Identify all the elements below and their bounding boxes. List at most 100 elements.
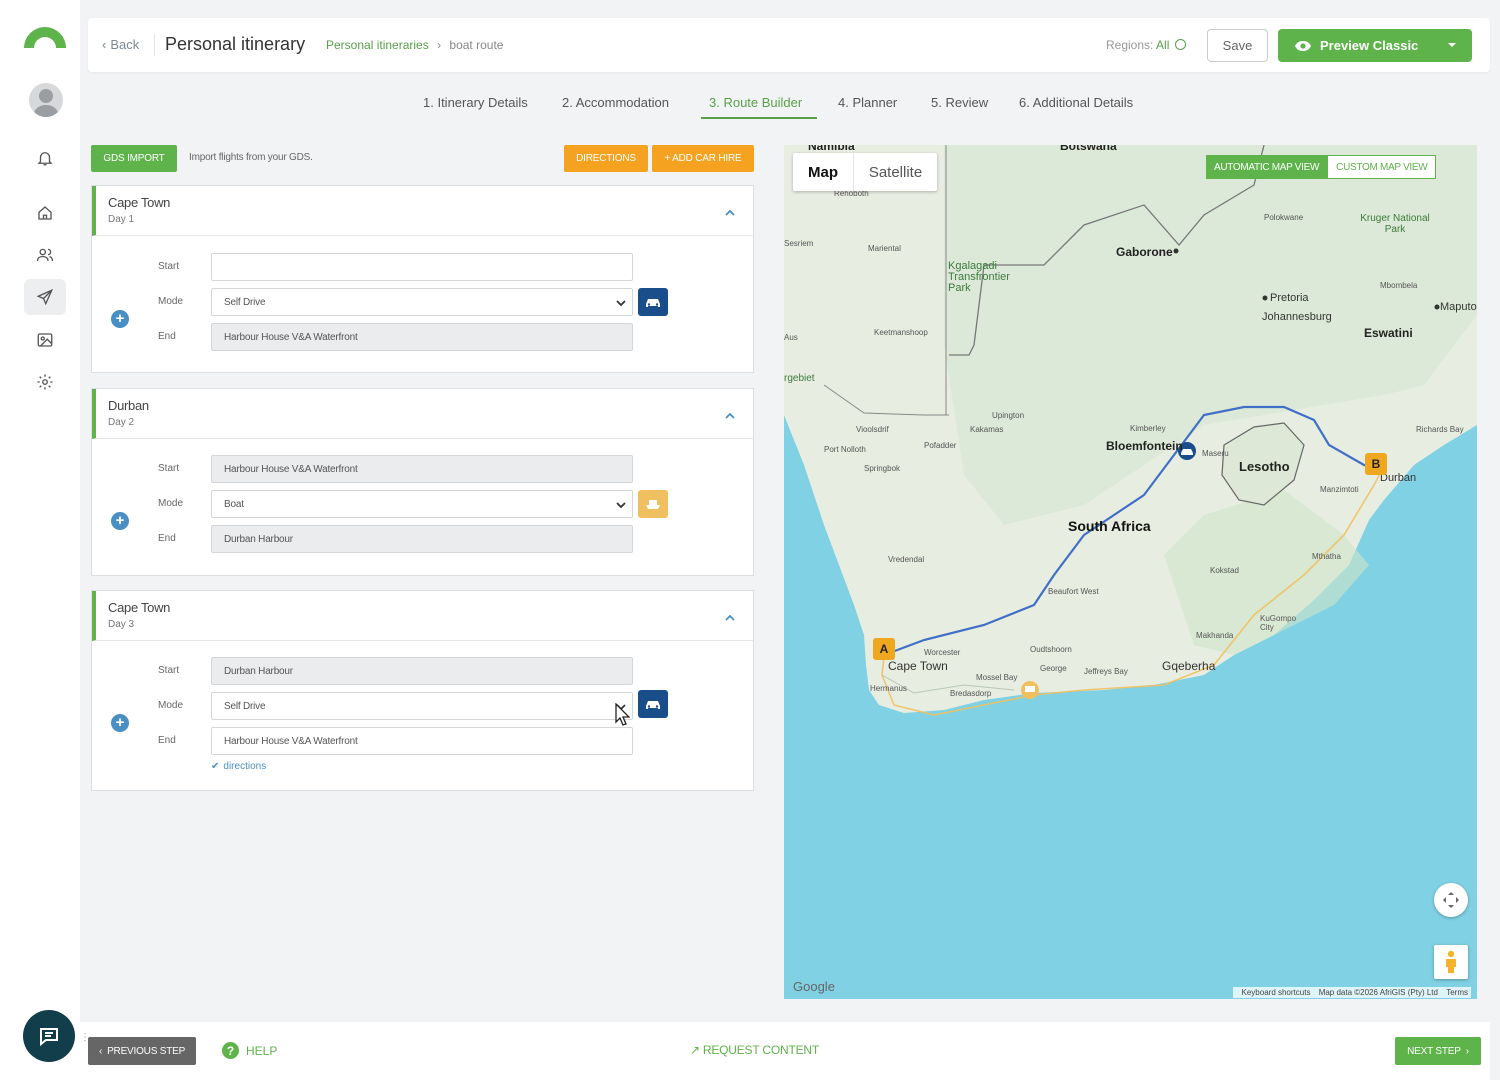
start-label: Start xyxy=(158,261,180,272)
eye-icon xyxy=(1295,40,1311,51)
preview-classic-button[interactable]: Preview Classic xyxy=(1278,29,1472,62)
save-button[interactable]: Save xyxy=(1207,29,1268,62)
previous-step-button[interactable]: ‹ PREVIOUS STEP xyxy=(88,1037,196,1065)
automatic-map-view-button[interactable]: AUTOMATIC MAP VIEW xyxy=(1206,155,1328,179)
caret-down-icon[interactable] xyxy=(1448,43,1456,47)
chevron-up-icon[interactable] xyxy=(725,407,735,419)
arrow-icon: ↗ xyxy=(690,1043,700,1057)
map-label: Oudtshoorn xyxy=(1030,645,1072,654)
info-icon xyxy=(1174,39,1186,50)
tab-planner[interactable]: 4. Planner xyxy=(838,95,897,110)
pegman-icon[interactable] xyxy=(1434,945,1468,979)
map-label: South Africa xyxy=(1068,518,1151,534)
map-label: rgebiet xyxy=(784,373,815,384)
tab-itinerary-details[interactable]: 1. Itinerary Details xyxy=(423,95,528,110)
map-view-toggle: AUTOMATIC MAP VIEW CUSTOM MAP VIEW xyxy=(1206,155,1437,179)
leg-city: Cape Town xyxy=(108,600,171,615)
step-tabs: 1. Itinerary Details 2. Accommodation 3.… xyxy=(88,80,1490,132)
boat-icon[interactable] xyxy=(638,490,668,518)
back-link[interactable]: ‹ Back xyxy=(102,37,139,52)
avatar[interactable] xyxy=(29,83,63,117)
leg-city: Durban xyxy=(108,398,149,413)
check-icon: ✔ xyxy=(211,761,220,772)
gear-icon[interactable] xyxy=(24,364,66,400)
map-type-satellite-button[interactable]: Satellite xyxy=(853,153,937,191)
start-field[interactable]: Durban Harbour xyxy=(211,657,633,685)
mode-select[interactable]: Boat xyxy=(211,490,633,518)
add-leg-icon[interactable]: + xyxy=(111,310,129,328)
end-label: End xyxy=(158,331,176,342)
end-field[interactable]: Durban Harbour xyxy=(211,525,633,553)
end-field[interactable]: Harbour House V&A Waterfront xyxy=(211,727,633,755)
leg-header[interactable]: Cape Town Day 3 xyxy=(92,591,753,641)
map-data-text: Map data ©2026 AfriGIS (Pty) Ltd xyxy=(1318,988,1438,997)
start-label: Start xyxy=(158,665,180,676)
car-icon[interactable] xyxy=(638,690,668,718)
end-label: End xyxy=(158,735,176,746)
terms-link[interactable]: Terms xyxy=(1446,988,1468,997)
map-label: Jeffreys Bay xyxy=(1084,667,1128,676)
map-label: Johannesburg xyxy=(1262,311,1332,323)
gds-import-button[interactable]: GDS IMPORT xyxy=(91,145,177,172)
image-icon[interactable] xyxy=(24,322,66,358)
directions-button[interactable]: DIRECTIONS xyxy=(564,145,648,172)
send-icon[interactable] xyxy=(24,279,66,315)
leg-header[interactable]: Durban Day 2 xyxy=(92,389,753,439)
map-label: Pofadder xyxy=(924,441,957,450)
regions-filter[interactable]: Regions: All xyxy=(1106,38,1186,52)
map-label: Cape Town xyxy=(888,659,948,673)
directions-link[interactable]: ✔ directions xyxy=(211,761,266,772)
end-field[interactable]: Harbour House V&A Waterfront xyxy=(211,323,633,351)
map-label: Hermanus xyxy=(870,684,907,693)
add-leg-icon[interactable]: + xyxy=(111,714,129,732)
tab-route-builder[interactable]: 3. Route Builder xyxy=(709,95,802,110)
map-canvas xyxy=(784,145,1477,716)
keyboard-shortcuts-link[interactable]: Keyboard shortcuts xyxy=(1242,988,1311,997)
route-leg-card: Cape Town Day 3 Start Durban Harbour Mod… xyxy=(91,590,754,791)
start-label: Start xyxy=(158,463,180,474)
mode-select[interactable]: Self Drive xyxy=(211,288,633,316)
start-field[interactable] xyxy=(211,253,633,281)
map-type-map-button[interactable]: Map xyxy=(793,153,853,191)
chevron-up-icon[interactable] xyxy=(725,609,735,621)
chevron-up-icon[interactable] xyxy=(725,204,735,216)
tab-additional-details[interactable]: 6. Additional Details xyxy=(1019,95,1133,110)
add-leg-icon[interactable]: + xyxy=(111,512,129,530)
fullscreen-icon[interactable] xyxy=(1434,883,1468,917)
route-pin-a[interactable]: A xyxy=(873,638,895,660)
route-toolbar: GDS IMPORT Import flights from your GDS.… xyxy=(91,145,755,173)
breadcrumb-link[interactable]: Personal itineraries xyxy=(326,38,429,52)
leg-header[interactable]: Cape Town Day 1 xyxy=(92,186,753,236)
tab-review[interactable]: 5. Review xyxy=(931,95,988,110)
map-label: Beaufort West xyxy=(1048,587,1099,596)
custom-map-view-button[interactable]: CUSTOM MAP VIEW xyxy=(1327,155,1437,179)
bottom-bar: ‹ PREVIOUS STEP ? HELP ↗ REQUEST CONTENT NE… xyxy=(80,1022,1490,1080)
route-map[interactable]: Namibia Botswana Rehoboth Sesriem Marien… xyxy=(784,145,1477,999)
map-label: Lesotho xyxy=(1239,459,1290,474)
chat-icon[interactable] xyxy=(23,1010,75,1062)
breadcrumb-separator: › xyxy=(437,38,442,52)
help-link[interactable]: ? HELP xyxy=(222,1042,277,1059)
start-field[interactable]: Harbour House V&A Waterfront xyxy=(211,455,633,483)
bell-icon[interactable] xyxy=(24,140,66,176)
map-label: Upington xyxy=(992,411,1025,420)
cursor-icon xyxy=(615,703,630,726)
map-label: Makhanda xyxy=(1196,631,1234,640)
map-label: Mbombela xyxy=(1380,281,1418,290)
request-content-link[interactable]: ↗ REQUEST CONTENT xyxy=(690,1043,819,1057)
breadcrumb-current: boat route xyxy=(449,38,504,52)
map-label: Kgalagadi Transfrontier Park xyxy=(948,260,1010,294)
mode-select[interactable]: Self Drive xyxy=(211,692,633,720)
tab-accommodation[interactable]: 2. Accommodation xyxy=(562,95,669,110)
map-label: Richards Bay xyxy=(1416,425,1464,434)
car-icon[interactable] xyxy=(638,288,668,316)
add-car-hire-button[interactable]: + ADD CAR HIRE xyxy=(652,145,754,172)
brand-logo[interactable] xyxy=(22,22,68,48)
map-label: Polokwane xyxy=(1264,213,1304,222)
users-icon[interactable] xyxy=(24,237,66,273)
home-icon[interactable] xyxy=(24,195,66,231)
chevron-left-icon: ‹ xyxy=(98,1045,103,1057)
drag-handle-icon[interactable]: ⋮ xyxy=(80,1032,90,1043)
next-step-button[interactable]: NEXT STEP › xyxy=(1395,1037,1481,1065)
route-pin-b[interactable]: B xyxy=(1365,453,1387,475)
